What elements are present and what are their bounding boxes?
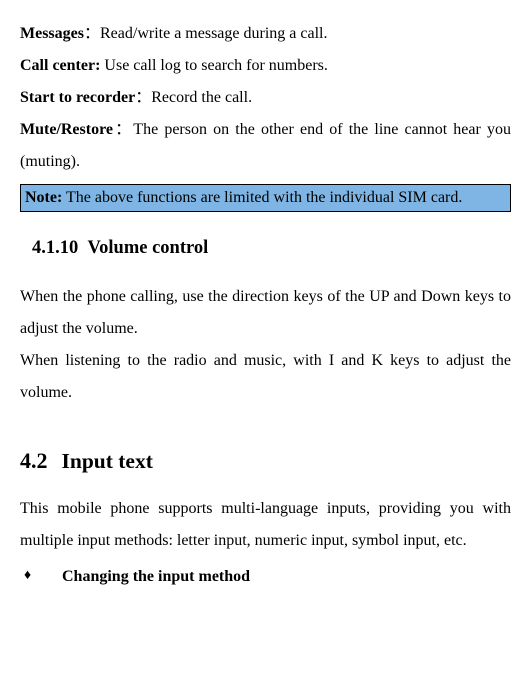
entry-recorder-label: Start to recorder [20,89,135,106]
entry-callcenter-text: Use call log to search for numbers. [104,57,327,74]
entry-messages: Messages：Read/write a message during a c… [20,18,511,50]
para-4-2-1: This mobile phone supports multi-languag… [20,493,511,557]
entry-recorder-sep: ： [135,89,151,106]
entry-mute-label: Mute/Restore [20,121,113,138]
entry-messages-label: Messages [20,25,84,42]
entry-callcenter-label: Call center: [20,57,100,74]
entry-mute: Mute/Restore：The person on the other end… [20,114,511,178]
heading-4-2: 4.2 Input text [20,439,511,483]
note-text: The above functions are limited with the… [62,189,462,206]
heading-4-2-title: Input text [62,449,153,473]
para-4-1-10-1: When the phone calling, use the directio… [20,281,511,345]
note-label: Note: [25,189,62,206]
para-4-1-10-2: When listening to the radio and music, w… [20,345,511,409]
bullet-changing-input: ♦ Changing the input method [20,561,511,593]
heading-4-1-10-title: Volume control [88,238,209,258]
diamond-icon: ♦ [20,561,62,593]
heading-4-2-num: 4.2 [20,448,48,473]
note-box: Note: The above functions are limited wi… [20,184,511,212]
bullet-changing-input-label: Changing the input method [62,561,250,593]
entry-recorder: Start to recorder：Record the call. [20,82,511,114]
heading-4-1-10-num: 4.1.10 [32,238,78,258]
entry-mute-sep: ： [113,121,133,138]
entry-messages-sep: ： [84,25,100,42]
entry-callcenter: Call center: Use call log to search for … [20,50,511,82]
heading-4-1-10: 4.1.10 Volume control [32,230,511,267]
entry-messages-text: Read/write a message during a call. [100,25,327,42]
entry-recorder-text: Record the call. [151,89,252,106]
